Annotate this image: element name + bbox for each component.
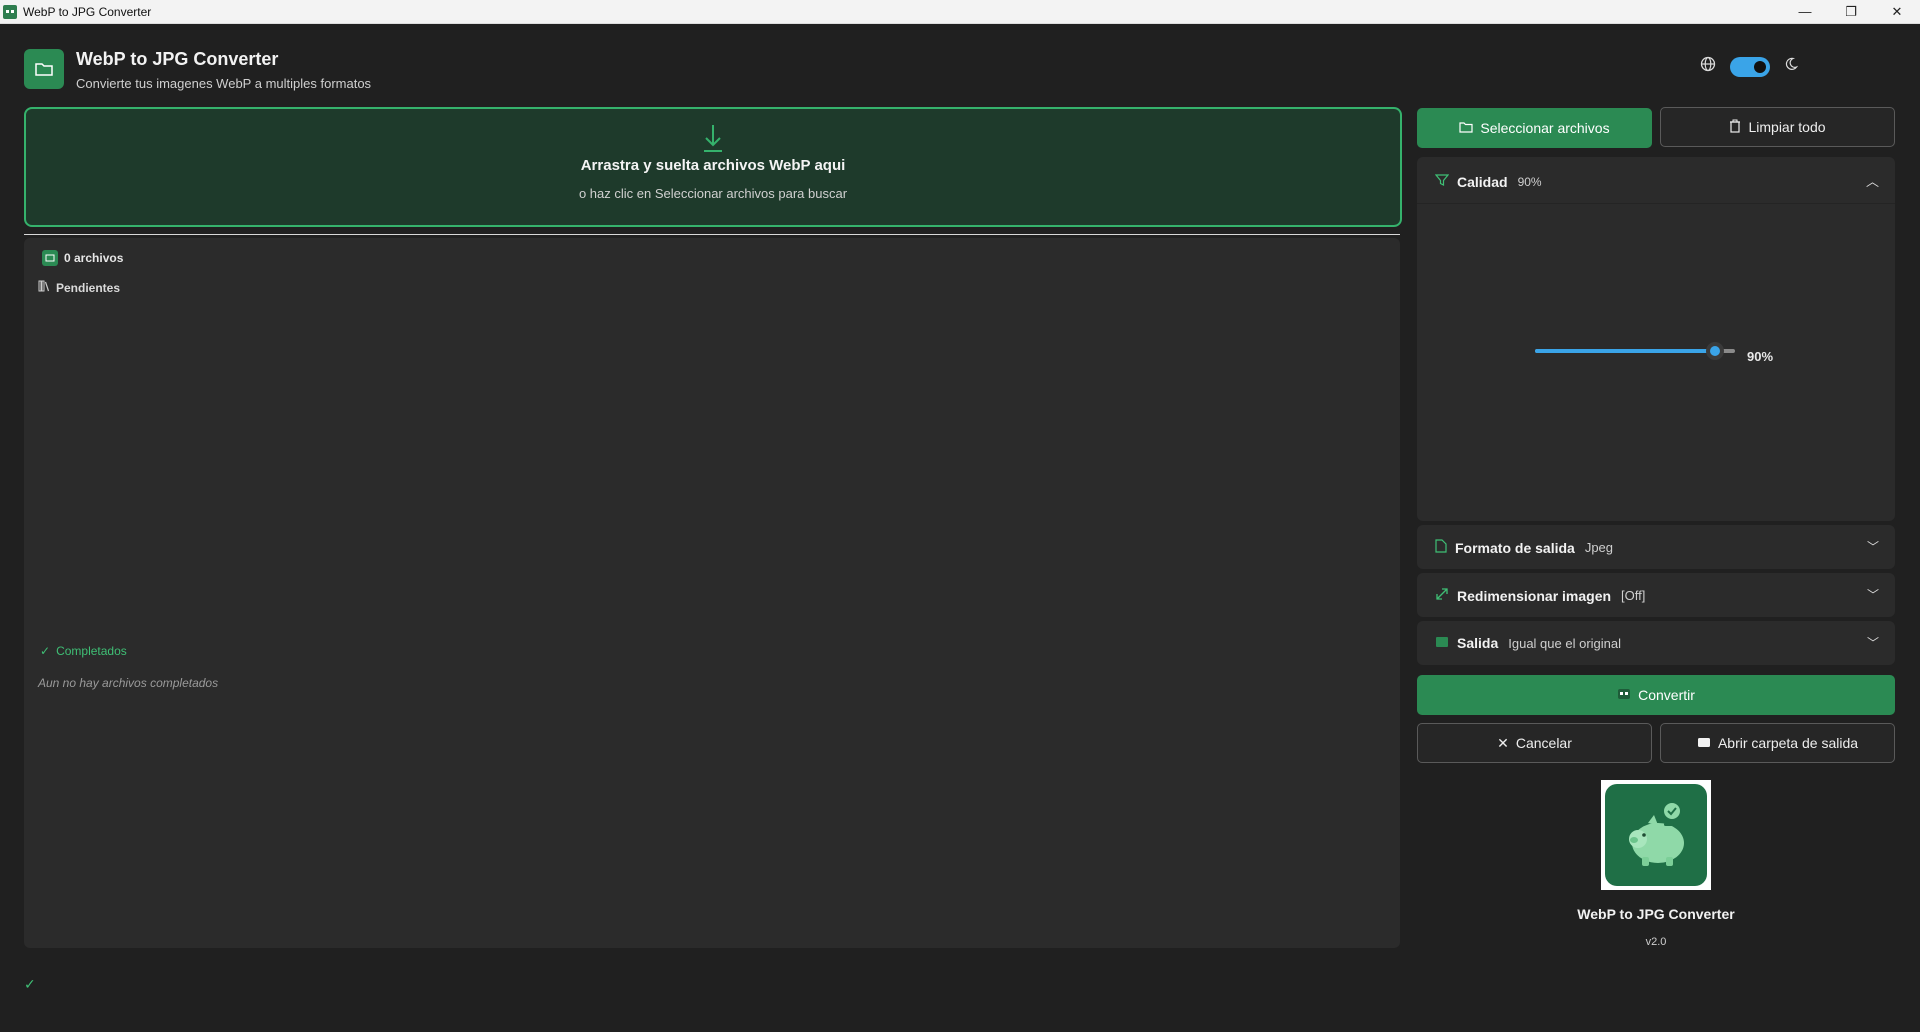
clear-all-button[interactable]: Limpiar todo [1660, 107, 1895, 147]
folder-icon [24, 49, 64, 89]
slider-thumb[interactable] [1706, 342, 1724, 360]
moon-icon [1784, 57, 1799, 76]
chevron-up-icon[interactable]: ︿ [1866, 171, 1879, 190]
globe-icon[interactable] [1700, 56, 1716, 77]
completed-section-header: ✓ Completados [40, 644, 127, 658]
folder-icon [1459, 120, 1474, 136]
minimize-button[interactable]: — [1782, 0, 1828, 23]
quality-value: 90% [1517, 174, 1542, 189]
resize-label: Redimensionar imagen [1457, 587, 1612, 604]
pending-section-header: Pendientes [38, 280, 120, 295]
quality-slider[interactable] [1535, 342, 1735, 360]
file-icon [1435, 539, 1447, 556]
file-count: 0 archivos [42, 250, 123, 266]
resize-value: [Off] [1621, 588, 1646, 603]
convert-label: Convertir [1638, 687, 1695, 703]
app-logo [1601, 780, 1711, 890]
books-icon [38, 280, 50, 295]
check-icon: ✓ [40, 644, 51, 658]
theme-toggle[interactable] [1730, 56, 1770, 77]
select-files-button[interactable]: Seleccionar archivos [1417, 108, 1652, 148]
maximize-button[interactable]: ❐ [1828, 0, 1874, 23]
divider [1417, 203, 1895, 204]
close-icon: ✕ [1497, 734, 1509, 751]
format-value: Jpeg [1584, 540, 1614, 555]
pending-label: Pendientes [56, 280, 121, 295]
dropzone-subtitle: o haz clic en Seleccionar archivos para … [578, 186, 848, 201]
chevron-down-icon: ﹀ [1866, 588, 1879, 602]
app-icon [1617, 687, 1631, 703]
quality-panel: Calidad 90% ︿ 90% [1417, 157, 1895, 521]
cancel-label: Cancelar [1515, 735, 1572, 751]
output-format-section[interactable]: Formato de salida Jpeg ﹀ [1417, 525, 1895, 569]
download-arrow-icon [26, 123, 1400, 153]
quality-slider-value: 90% [1747, 349, 1774, 364]
completed-empty-message: Aun no hay archivos completados [38, 676, 219, 690]
open-output-folder-button[interactable]: Abrir carpeta de salida [1660, 723, 1895, 763]
files-icon [42, 250, 58, 266]
chevron-down-icon: ﹀ [1866, 540, 1879, 554]
app-icon [3, 4, 17, 19]
resize-icon [1435, 587, 1449, 604]
filter-icon [1434, 173, 1450, 190]
output-location-section[interactable]: Salida Igual que el original ﹀ [1417, 621, 1895, 665]
dropzone-title: Arrastra y suelta archivos WebP aqui [580, 157, 846, 174]
format-label: Formato de salida [1455, 539, 1575, 556]
slider-fill [1535, 349, 1715, 353]
file-count-label: 0 archivos [64, 251, 124, 265]
status-check-icon: ✓ [24, 976, 36, 992]
quality-label: Calidad [1457, 173, 1508, 190]
about-app-name: WebP to JPG Converter [1577, 906, 1735, 922]
trash-icon [1729, 119, 1741, 136]
divider [24, 234, 1400, 235]
convert-button[interactable]: Convertir [1417, 675, 1895, 715]
quality-header[interactable]: Calidad 90% [1434, 173, 1542, 190]
resize-section[interactable]: Redimensionar imagen [Off] ﹀ [1417, 573, 1895, 617]
output-label: Salida [1457, 635, 1499, 651]
drop-zone[interactable]: Arrastra y suelta archivos WebP aqui o h… [24, 107, 1402, 227]
piggy-bank-icon [1629, 801, 1684, 866]
open-output-label: Abrir carpeta de salida [1717, 735, 1859, 751]
file-list-panel: 0 archivos Pendientes ✓ Completados Aun … [24, 238, 1400, 948]
output-value: Igual que el original [1508, 635, 1621, 651]
close-button[interactable]: ✕ [1874, 0, 1920, 23]
window-title: WebP to JPG Converter [23, 4, 152, 19]
clear-all-label: Limpiar todo [1748, 119, 1826, 135]
cancel-button[interactable]: ✕ Cancelar [1417, 723, 1652, 763]
folder-solid-icon [1697, 735, 1711, 751]
page-title: WebP to JPG Converter [76, 49, 279, 69]
window-titlebar: WebP to JPG Converter — ❐ ✕ [0, 0, 1920, 24]
chevron-down-icon: ﹀ [1866, 636, 1879, 650]
select-files-label: Seleccionar archivos [1480, 120, 1610, 136]
page-subtitle: Convierte tus imagenes WebP a multiples … [76, 76, 372, 91]
folder-solid-icon [1435, 635, 1449, 651]
about-version: v2.0 [1645, 936, 1667, 948]
completed-label: Completados [56, 644, 127, 658]
